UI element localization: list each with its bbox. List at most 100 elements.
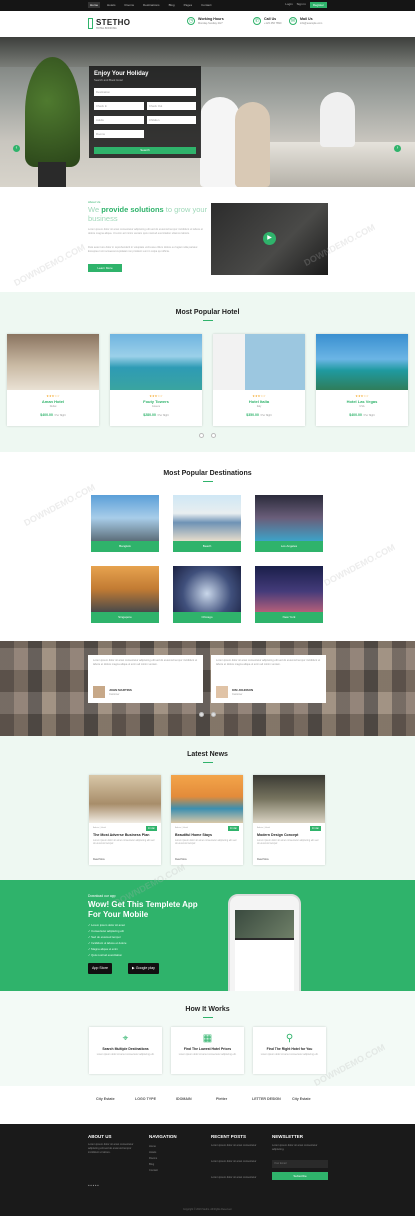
footer-post[interactable]: Lorem ipsum dolor sit amet consectetur — [211, 1176, 263, 1180]
hotel-card-lasvegas[interactable]: ★★★☆☆ Hotel Las Vegas USA $400.00 / Per … — [316, 334, 408, 426]
learn-more-button[interactable]: Learn More — [88, 264, 122, 272]
news-card-1[interactable]: Admin | Hotel 14 Jan The Most Adverse Bu… — [89, 775, 161, 865]
news-card-3[interactable]: Admin | Hotel 14 Jan Modern Design Conce… — [253, 775, 325, 865]
hotel-price-value: $350.00 — [246, 413, 259, 417]
app-feature: ✓ Incididunt ut labore et dolore — [88, 941, 127, 945]
top-nav: Home Hotels Rooms Destinations Blog Page… — [88, 2, 213, 8]
search-button[interactable]: Search — [94, 147, 196, 154]
watermark: DOWNDEMO.COM — [322, 542, 397, 588]
checkin-input[interactable]: Check In — [94, 102, 144, 110]
footer-post[interactable]: Lorem ipsum dolor sit amet consectetur — [211, 1144, 263, 1148]
topnav-destinations[interactable]: Destinations — [141, 2, 162, 8]
mail-value[interactable]: info@example.com — [300, 22, 322, 25]
hotel-price-unit: / Per Night — [53, 414, 66, 417]
news-date: 14 Jan — [227, 826, 239, 831]
read-more-link[interactable]: Read More — [257, 858, 269, 861]
watermark: DOWNDEMO.COM — [12, 242, 87, 288]
topnav-pages[interactable]: Pages — [182, 2, 195, 8]
avatar — [216, 686, 228, 698]
hotel-image — [110, 334, 202, 390]
google-play-button[interactable]: ▶ Google play — [128, 963, 159, 974]
about-paragraph-2: Duis aute irure dolor in reprehenderit i… — [88, 246, 199, 253]
hero-prev-arrow-icon[interactable]: ‹ — [13, 145, 20, 152]
topnav-blog[interactable]: Blog — [167, 2, 177, 8]
hotel-price: $280.00 / Per Night — [110, 413, 202, 417]
topnav-home[interactable]: Home — [88, 2, 101, 8]
footer-nav-link[interactable]: Blog — [149, 1163, 154, 1167]
building-icon: ▦ — [202, 1033, 213, 1044]
app-store-button[interactable]: App Store — [88, 963, 112, 974]
topnav-hotels[interactable]: Hotels — [105, 2, 118, 8]
destination-card-singapore[interactable]: Singapore — [91, 566, 159, 623]
partner-logo[interactable]: LETTER DESIGN — [252, 1097, 281, 1101]
checkout-input[interactable]: Check Out — [147, 102, 196, 110]
logo[interactable]: STETHO — [96, 18, 130, 27]
destination-card-newyork[interactable]: New York — [255, 566, 323, 623]
news-card-2[interactable]: Admin | Hotel 14 Jan Beautiful Home Stay… — [171, 775, 243, 865]
hotel-search-form: Enjoy Your Holiday Search and Book Hotel… — [89, 66, 201, 158]
hotel-name[interactable]: Hotel Las Vegas — [316, 399, 408, 404]
register-button[interactable]: Register — [309, 2, 327, 8]
hotel-image — [316, 334, 408, 390]
hero-pot — [38, 162, 66, 187]
footer-nav-link[interactable]: Contact — [149, 1169, 158, 1173]
hotel-price-value: $400.00 — [349, 413, 362, 417]
footer-social-icons[interactable]: ● ● ● ● ● — [88, 1184, 99, 1188]
destination-card-bangkok[interactable]: Bangkok — [91, 495, 159, 552]
testimonial-quote: Lorem ipsum dolor sit amet consectetur a… — [93, 659, 198, 666]
news-title-underline — [203, 762, 213, 763]
news-excerpt: Lorem ipsum dolor sit amet consectetur a… — [257, 839, 319, 846]
partner-logo[interactable]: City Estate — [292, 1097, 311, 1101]
destination-label: Los Angeles — [255, 541, 323, 552]
partner-logo[interactable]: IDOMAIN — [176, 1097, 192, 1101]
read-more-link[interactable]: Read More — [93, 858, 105, 861]
search-icon: ⚲ — [285, 1033, 294, 1044]
destination-card-beach[interactable]: Beach — [173, 495, 241, 552]
destination-card-chicago[interactable]: Chicago — [173, 566, 241, 623]
destination-image — [91, 566, 159, 612]
hotel-card-italia[interactable]: ★★★☆☆ Hotel Italia Italy $350.00 / Per N… — [213, 334, 305, 426]
news-meta: Admin | Hotel — [93, 827, 107, 829]
news-title[interactable]: Modern Design Concept — [257, 833, 298, 837]
hotel-stars: ★★★☆☆ — [46, 394, 60, 398]
read-more-link[interactable]: Read More — [175, 858, 187, 861]
login-link[interactable]: Login — [285, 2, 292, 8]
testimonials-prev-icon[interactable] — [199, 712, 204, 717]
destination-input[interactable]: Destination — [94, 88, 196, 96]
hero-next-arrow-icon[interactable]: › — [394, 145, 401, 152]
footer-nav-link[interactable]: Hotels — [149, 1151, 156, 1155]
copyright: Copyright © 2019 Stetho. All Rights Rese… — [182, 1208, 233, 1211]
hotel-image — [7, 334, 99, 390]
partner-logo[interactable]: City Estate — [96, 1097, 115, 1101]
hotels-slider-dot-2[interactable] — [211, 433, 216, 438]
hotel-card-aman[interactable]: ★★★☆☆ Aman Hotel Dubai $400.00 / Per Nig… — [7, 334, 99, 426]
destination-card-losangeles[interactable]: Los Angeles — [255, 495, 323, 552]
news-title[interactable]: Beautiful Home Stays — [175, 833, 212, 837]
footer-nav-link[interactable]: Home — [149, 1145, 156, 1149]
news-title[interactable]: The Most Adverse Business Plan — [93, 833, 149, 837]
signin-link[interactable]: Sign in — [297, 2, 306, 8]
footer-nav-link[interactable]: Rooms — [149, 1157, 157, 1161]
play-icon[interactable]: ▶ — [263, 232, 276, 245]
how-card-2: ▦ Find The Lowest Hotel Prices Lorem ips… — [171, 1027, 244, 1074]
partner-logo[interactable]: Pletter — [216, 1097, 227, 1101]
hotel-name[interactable]: Hotel Italia — [213, 399, 305, 404]
hotels-slider-dot-1[interactable] — [199, 433, 204, 438]
topnav-rooms[interactable]: Rooms — [123, 2, 137, 8]
logo-icon[interactable] — [88, 18, 93, 29]
testimonials-next-icon[interactable] — [211, 712, 216, 717]
call-value[interactable]: +123 456 7890 — [264, 22, 281, 25]
hotel-card-fouty[interactable]: ★★★☆☆ Fouty Towers Greece $280.00 / Per … — [110, 334, 202, 426]
newsletter-email-input[interactable]: Your Email — [272, 1160, 328, 1168]
children-select[interactable]: Children — [147, 116, 196, 124]
hotel-name[interactable]: Fouty Towers — [110, 399, 202, 404]
watermark: DOWNDEMO.COM — [22, 482, 97, 528]
topnav-contact[interactable]: Contact — [199, 2, 213, 8]
adults-select[interactable]: Adults — [94, 116, 144, 124]
partner-logo[interactable]: LOGO TYPE — [135, 1097, 156, 1101]
mail-title: Mail Us — [300, 17, 313, 21]
rooms-select[interactable]: Rooms — [94, 130, 144, 138]
hotel-name[interactable]: Aman Hotel — [7, 399, 99, 404]
footer-post[interactable]: Lorem ipsum dolor sit amet consectetur — [211, 1160, 263, 1164]
subscribe-button[interactable]: Subscribe — [272, 1172, 328, 1180]
